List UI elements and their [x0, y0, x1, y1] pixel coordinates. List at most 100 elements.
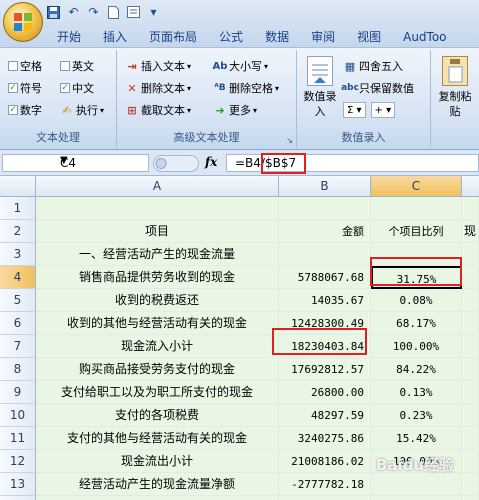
cell-a[interactable]: 购买商品接受劳务支付的现金 — [36, 358, 279, 381]
row-header[interactable]: 1 — [0, 197, 36, 220]
round-button[interactable]: ▦ 四舍五入 — [343, 57, 403, 75]
cell-d[interactable] — [462, 358, 479, 381]
tab-review[interactable]: 审阅 — [300, 27, 346, 47]
cell-d[interactable] — [462, 450, 479, 473]
cell-d[interactable] — [462, 496, 479, 500]
tab-home[interactable]: 开始 — [46, 27, 92, 47]
chevron-down-icon[interactable]: ▼ — [60, 155, 146, 166]
tab-insert[interactable]: 插入 — [92, 27, 138, 47]
cell-c[interactable] — [371, 473, 462, 496]
row-header[interactable]: 3 — [0, 243, 36, 266]
cell-c[interactable]: 100.00% — [371, 335, 462, 358]
cell-b[interactable]: 48297.59 — [279, 404, 371, 427]
cell-d[interactable] — [462, 266, 479, 289]
delete-text-button[interactable]: ✕ 删除文本 ▾ — [125, 79, 191, 97]
cell-d[interactable]: 现 — [462, 220, 479, 243]
cell-b[interactable]: -2777782.18 — [279, 473, 371, 496]
execute-button[interactable]: ✍ 执行 ▾ — [60, 101, 104, 119]
cell-b[interactable]: 17692812.57 — [279, 358, 371, 381]
cell-a[interactable]: 二、投资活动产生的现金流量 — [36, 496, 279, 500]
cell-c[interactable]: 68.17% — [371, 312, 462, 335]
column-header-b[interactable]: B — [279, 176, 371, 196]
cell-d[interactable] — [462, 427, 479, 450]
row-header[interactable]: 13 — [0, 473, 36, 496]
print-preview-icon[interactable] — [126, 5, 141, 20]
tab-data[interactable]: 数据 — [254, 27, 300, 47]
column-header-a[interactable]: A — [36, 176, 279, 196]
insert-function-icon[interactable]: fx — [205, 155, 217, 169]
row-header[interactable]: 9 — [0, 381, 36, 404]
checkbox-number[interactable]: ✓ 数字 — [8, 101, 42, 119]
cell-d[interactable] — [462, 289, 479, 312]
cell-b[interactable]: 金额 — [279, 220, 371, 243]
cell-b[interactable]: 26800.00 — [279, 381, 371, 404]
number-entry-button[interactable]: 数值录入 — [303, 56, 337, 119]
column-header-d[interactable] — [462, 176, 479, 196]
sum-button[interactable]: Σ ▾ — [343, 102, 366, 118]
tab-view[interactable]: 视图 — [346, 27, 392, 47]
cell-b[interactable]: 3240275.86 — [279, 427, 371, 450]
new-document-icon[interactable] — [106, 5, 121, 20]
extract-text-button[interactable]: ⊞ 截取文本 ▾ — [125, 101, 191, 119]
keep-value-button[interactable]: abc 只保留数值 — [341, 79, 414, 97]
row-header[interactable]: 7 — [0, 335, 36, 358]
row-header[interactable]: 8 — [0, 358, 36, 381]
more-button[interactable]: ➜ 更多 ▾ — [213, 101, 257, 119]
redo-icon[interactable]: ↷ — [86, 5, 101, 20]
cell-d[interactable] — [462, 312, 479, 335]
cell-d[interactable] — [462, 381, 479, 404]
row-header[interactable]: 2 — [0, 220, 36, 243]
cell-b[interactable]: 21008186.02 — [279, 450, 371, 473]
save-icon[interactable] — [46, 5, 61, 20]
insert-text-button[interactable]: ⇥ 插入文本 ▾ — [125, 57, 191, 75]
row-header[interactable]: 12 — [0, 450, 36, 473]
row-header[interactable]: 5 — [0, 289, 36, 312]
cell-b[interactable] — [279, 197, 371, 220]
cell-a[interactable]: 经营活动产生的现金流量净额 — [36, 473, 279, 496]
cell-d[interactable] — [462, 335, 479, 358]
cell-a[interactable]: 销售商品提供劳务收到的现金 — [36, 266, 279, 289]
cell-c[interactable]: 84.22% — [371, 358, 462, 381]
cell-a[interactable] — [36, 197, 279, 220]
cell-b[interactable] — [279, 496, 371, 500]
copy-paste-button[interactable]: 复制粘贴 — [438, 56, 472, 119]
cell-c[interactable]: 0.08% — [371, 289, 462, 312]
cell-c[interactable]: 15.42% — [371, 427, 462, 450]
cell-c[interactable] — [371, 197, 462, 220]
select-all-corner[interactable] — [0, 176, 36, 196]
customize-toolbar-icon[interactable]: ▾ — [146, 5, 161, 20]
tab-audtool[interactable]: AudToo — [392, 27, 457, 47]
checkbox-space[interactable]: 空格 — [8, 57, 42, 75]
cell-d[interactable] — [462, 404, 479, 427]
cell-d[interactable] — [462, 473, 479, 496]
cell-a[interactable]: 一、经营活动产生的现金流量 — [36, 243, 279, 266]
row-header[interactable]: 11 — [0, 427, 36, 450]
cell-a[interactable]: 收到的其他与经营活动有关的现金 — [36, 312, 279, 335]
add-button[interactable]: + ▾ — [370, 102, 396, 118]
dialog-launcher-icon[interactable]: ↘ — [286, 136, 293, 145]
cell-d[interactable] — [462, 197, 479, 220]
cell-b[interactable]: 5788067.68 — [279, 266, 371, 289]
row-header[interactable]: 10 — [0, 404, 36, 427]
cell-a[interactable]: 项目 — [36, 220, 279, 243]
column-header-c[interactable]: C — [371, 176, 462, 196]
cell-b[interactable] — [279, 243, 371, 266]
cell-a[interactable]: 支付的各项税费 — [36, 404, 279, 427]
cell-a[interactable]: 支付的其他与经营活动有关的现金 — [36, 427, 279, 450]
cell-b[interactable]: 14035.67 — [279, 289, 371, 312]
formula-bar-slider-icon[interactable] — [153, 155, 199, 172]
checkbox-chinese[interactable]: ✓ 中文 — [60, 79, 94, 97]
name-box[interactable]: C4 ▼ — [2, 154, 149, 172]
undo-icon[interactable]: ↶ — [66, 5, 81, 20]
cell-a[interactable]: 收到的税费返还 — [36, 289, 279, 312]
tab-formulas[interactable]: 公式 — [208, 27, 254, 47]
cell-d[interactable] — [462, 243, 479, 266]
cell-a[interactable]: 支付给职工以及为职工所支付的现金 — [36, 381, 279, 404]
remove-spaces-button[interactable]: ᴬB 删除空格 ▾ — [213, 79, 279, 97]
office-button[interactable] — [3, 2, 43, 42]
row-header[interactable]: 4 — [0, 266, 36, 289]
row-header[interactable]: 14 — [0, 496, 36, 500]
checkbox-english[interactable]: 英文 — [60, 57, 94, 75]
change-case-button[interactable]: Ab 大小写 ▾ — [213, 57, 268, 75]
cell-c[interactable]: 0.23% — [371, 404, 462, 427]
